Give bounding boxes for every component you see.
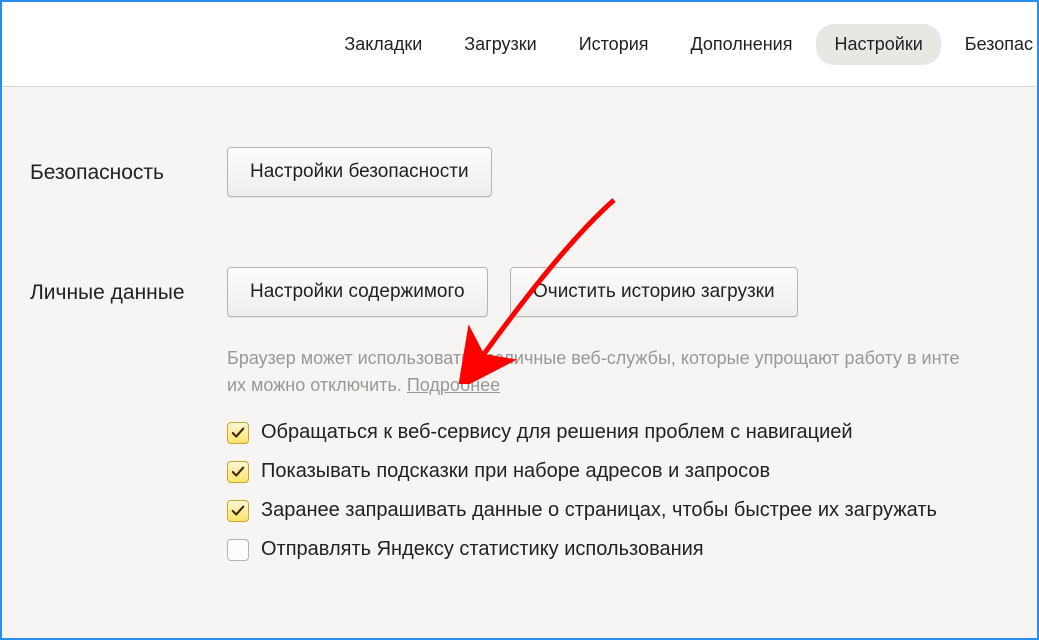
- section-personal: Личные данные Настройки содержимого Очис…: [2, 267, 1037, 577]
- nav-items: Закладки Загрузки История Дополнения Нас…: [326, 24, 1037, 65]
- section-body-personal: Настройки содержимого Очистить историю з…: [227, 267, 1037, 577]
- tab-downloads[interactable]: Загрузки: [446, 24, 554, 65]
- help-more-link[interactable]: Подробнее: [407, 375, 500, 395]
- section-label-security: Безопасность: [2, 147, 227, 185]
- checkbox-stats[interactable]: [227, 539, 249, 561]
- help-text-line1: Браузер может использовать различные веб…: [227, 348, 960, 368]
- check-label-suggestions: Показывать подсказки при наборе адресов …: [261, 460, 770, 483]
- section-body-security: Настройки безопасности: [227, 147, 1037, 197]
- checkbox-suggestions[interactable]: [227, 461, 249, 483]
- check-row-prefetch: Заранее запрашивать данные о страницах, …: [227, 499, 1037, 522]
- clear-download-history-button[interactable]: Очистить историю загрузки: [510, 267, 798, 317]
- help-text-line2: их можно отключить.: [227, 375, 407, 395]
- checkbox-prefetch[interactable]: [227, 500, 249, 522]
- section-security: Безопасность Настройки безопасности: [2, 147, 1037, 197]
- check-label-prefetch: Заранее запрашивать данные о страницах, …: [261, 499, 937, 522]
- security-settings-button[interactable]: Настройки безопасности: [227, 147, 492, 197]
- tab-security-partial[interactable]: Безопас: [947, 24, 1037, 65]
- tab-bookmarks[interactable]: Закладки: [326, 24, 440, 65]
- check-icon: [231, 504, 245, 518]
- check-row-nav-service: Обращаться к веб-сервису для решения про…: [227, 421, 1037, 444]
- check-list: Обращаться к веб-сервису для решения про…: [227, 421, 1037, 561]
- content-settings-button[interactable]: Настройки содержимого: [227, 267, 488, 317]
- tab-addons[interactable]: Дополнения: [673, 24, 811, 65]
- check-label-stats: Отправлять Яндексу статистику использова…: [261, 538, 704, 561]
- check-row-suggestions: Показывать подсказки при наборе адресов …: [227, 460, 1037, 483]
- section-label-personal: Личные данные: [2, 267, 227, 305]
- checkbox-nav-service[interactable]: [227, 422, 249, 444]
- check-label-nav-service: Обращаться к веб-сервису для решения про…: [261, 421, 853, 444]
- tab-settings[interactable]: Настройки: [816, 24, 940, 65]
- top-nav: Закладки Загрузки История Дополнения Нас…: [2, 2, 1037, 87]
- tab-history[interactable]: История: [561, 24, 667, 65]
- check-icon: [231, 426, 245, 440]
- help-text: Браузер может использовать различные веб…: [227, 345, 1037, 399]
- settings-content: Безопасность Настройки безопасности Личн…: [2, 87, 1037, 577]
- check-icon: [231, 465, 245, 479]
- check-row-stats: Отправлять Яндексу статистику использова…: [227, 538, 1037, 561]
